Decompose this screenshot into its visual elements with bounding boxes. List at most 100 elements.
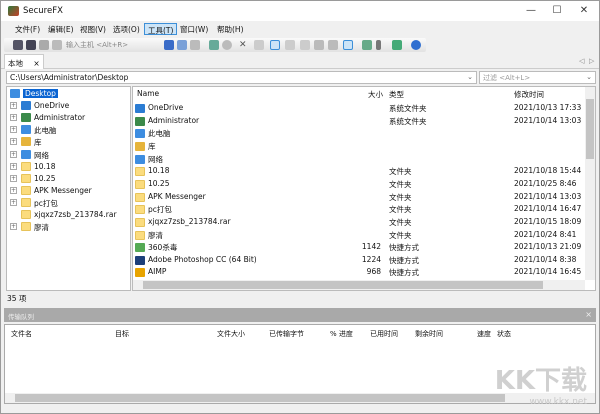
- cut-icon[interactable]: [164, 40, 174, 50]
- watermark-logo: KK下载: [494, 366, 587, 396]
- scroll-thumb[interactable]: [143, 281, 543, 289]
- stop-icon[interactable]: [222, 40, 232, 50]
- menu-tools[interactable]: 工具(T): [144, 23, 178, 35]
- file-type: 快捷方式: [389, 243, 419, 253]
- expand-icon[interactable]: +: [10, 198, 17, 206]
- small-icons-view-icon[interactable]: [285, 40, 295, 50]
- details-view-icon[interactable]: [343, 40, 353, 50]
- folder-icon: [135, 167, 145, 177]
- column-type[interactable]: 类型: [389, 89, 404, 100]
- file-name: 10.18: [148, 166, 170, 176]
- queue-close-icon[interactable]: ×: [585, 310, 592, 319]
- path-input[interactable]: C:\Users\Administrator\Desktop ⌄: [6, 71, 477, 84]
- reconnect-icon[interactable]: [39, 40, 49, 50]
- expand-icon[interactable]: +: [10, 150, 17, 158]
- horizontal-scrollbar[interactable]: [133, 280, 585, 290]
- menu-window[interactable]: 窗口(W): [177, 23, 211, 35]
- paste-icon[interactable]: [190, 40, 200, 50]
- queue-col-filename[interactable]: 文件名: [11, 329, 32, 339]
- file-row[interactable]: pc打包 文件夹 2021/10/14 16:47: [133, 204, 585, 216]
- tree-item-label: Administrator: [34, 113, 86, 123]
- tab-close-icon[interactable]: ×: [33, 59, 39, 68]
- file-row[interactable]: 廖清 文件夹 2021/10/24 8:41: [133, 230, 585, 242]
- file-row[interactable]: Adobe Photoshop CC (64 Bit) 1224 快捷方式 2021/…: [133, 255, 585, 267]
- tree-view-icon[interactable]: [314, 40, 324, 50]
- column-size[interactable]: 大小: [368, 89, 383, 100]
- file-row[interactable]: 10.25 文件夹 2021/10/25 8:46: [133, 179, 585, 191]
- expand-icon[interactable]: +: [10, 223, 17, 231]
- vertical-scrollbar[interactable]: [585, 87, 595, 280]
- queue-col-target[interactable]: 目标: [115, 329, 129, 339]
- maximize-button[interactable]: ☐: [547, 5, 567, 17]
- expand-icon[interactable]: +: [10, 114, 17, 122]
- expand-icon[interactable]: +: [10, 102, 17, 110]
- refresh-icon[interactable]: [209, 40, 219, 50]
- list-view-icon[interactable]: [328, 40, 338, 50]
- key-icon[interactable]: [376, 40, 381, 50]
- tree-item-label: 网络: [34, 150, 49, 160]
- tab-scroll-left[interactable]: ◁: [579, 57, 584, 65]
- properties-icon[interactable]: [254, 40, 264, 50]
- tree-item-label: 10.18: [34, 161, 56, 171]
- file-row[interactable]: 网络: [133, 154, 585, 166]
- disconnect-icon[interactable]: [52, 40, 62, 50]
- expand-icon[interactable]: +: [10, 162, 17, 170]
- host-input[interactable]: 输入主机 <Alt+R>: [66, 40, 152, 50]
- minimize-button[interactable]: —: [521, 5, 541, 17]
- sync-icon[interactable]: [362, 40, 372, 50]
- queue-col-status[interactable]: 状态: [497, 329, 511, 339]
- menu-view[interactable]: 视图(V): [77, 23, 109, 35]
- expand-icon[interactable]: +: [10, 126, 17, 134]
- file-row[interactable]: 10.18 文件夹 2021/10/18 15:44: [133, 166, 585, 178]
- menu-options[interactable]: 选项(O): [110, 23, 143, 35]
- quick-connect-icon[interactable]: [26, 40, 36, 50]
- file-row[interactable]: 库: [133, 141, 585, 153]
- column-name[interactable]: Name: [137, 89, 159, 98]
- queue-col-progress[interactable]: % 进度: [330, 329, 353, 339]
- menu-file[interactable]: 文件(F): [12, 23, 43, 35]
- filter-input[interactable]: 过滤 <Alt+L> ⌄: [479, 71, 596, 84]
- tab-label: 本地: [8, 59, 23, 68]
- file-row[interactable]: OneDrive 系统文件夹 2021/10/13 17:33: [133, 103, 585, 115]
- tab-scroll-right[interactable]: ▷: [589, 57, 594, 65]
- delete-icon[interactable]: ✕: [239, 40, 249, 50]
- menu-edit[interactable]: 编辑(E): [45, 23, 77, 35]
- sort-icon[interactable]: [300, 40, 310, 50]
- copy-icon[interactable]: [177, 40, 187, 50]
- file-row[interactable]: APK Messenger 文件夹 2021/10/14 13:03: [133, 192, 585, 204]
- file-row[interactable]: 此电脑: [133, 128, 585, 140]
- close-button[interactable]: ✕: [574, 5, 594, 17]
- scroll-thumb[interactable]: [586, 99, 594, 159]
- file-list[interactable]: Name 大小 类型 修改时间 OneDrive 系统文件夹 2021/10/13 …: [132, 86, 596, 291]
- queue-col-transferred[interactable]: 已传输字节: [269, 329, 304, 339]
- file-row[interactable]: AIMP 968 快捷方式 2021/10/14 16:45: [133, 267, 585, 279]
- folder-icon: [21, 185, 31, 195]
- terminal-icon[interactable]: [392, 40, 402, 50]
- menu-bar: 文件(F) 编辑(E) 视图(V) 选项(O) 工具(T) 窗口(W) 帮助(H…: [1, 21, 599, 37]
- queue-col-elapsed[interactable]: 已用时间: [370, 329, 398, 339]
- large-icons-view-icon[interactable]: [270, 40, 280, 50]
- menu-help[interactable]: 帮助(H): [214, 23, 247, 35]
- column-modified[interactable]: 修改时间: [514, 89, 544, 100]
- folder-icon: [21, 161, 31, 171]
- chevron-down-icon[interactable]: ⌄: [586, 73, 592, 81]
- file-row[interactable]: xjqxz7zsb_213784.rar 文件夹 2021/10/15 18:09: [133, 217, 585, 229]
- queue-col-speed[interactable]: 速度: [477, 329, 491, 339]
- connect-icon[interactable]: [13, 40, 23, 50]
- folder-tree[interactable]: Desktop + OneDrive + Administrator + 此电脑 + 库 + 网络 +…: [6, 86, 131, 291]
- file-row[interactable]: Administrator 系统文件夹 2021/10/14 13:03: [133, 116, 585, 128]
- expand-icon[interactable]: +: [10, 138, 17, 146]
- file-row[interactable]: 360杀毒 1142 快捷方式 2021/10/13 21:09: [133, 242, 585, 254]
- tab-local[interactable]: 本地 ×: [4, 54, 44, 69]
- chevron-down-icon[interactable]: ⌄: [467, 73, 473, 81]
- expand-icon[interactable]: +: [10, 186, 17, 194]
- cloud-icon: [135, 104, 145, 113]
- expand-icon[interactable]: +: [10, 174, 17, 182]
- queue-col-size[interactable]: 文件大小: [217, 329, 245, 339]
- item-count: 35 项: [7, 294, 27, 303]
- help-icon[interactable]: [411, 40, 421, 50]
- queue-col-remaining[interactable]: 剩余时间: [415, 329, 443, 339]
- file-name: 360杀毒: [148, 243, 178, 253]
- scroll-thumb[interactable]: [15, 394, 505, 402]
- transfer-queue-header: 传输队列 ×: [4, 308, 596, 322]
